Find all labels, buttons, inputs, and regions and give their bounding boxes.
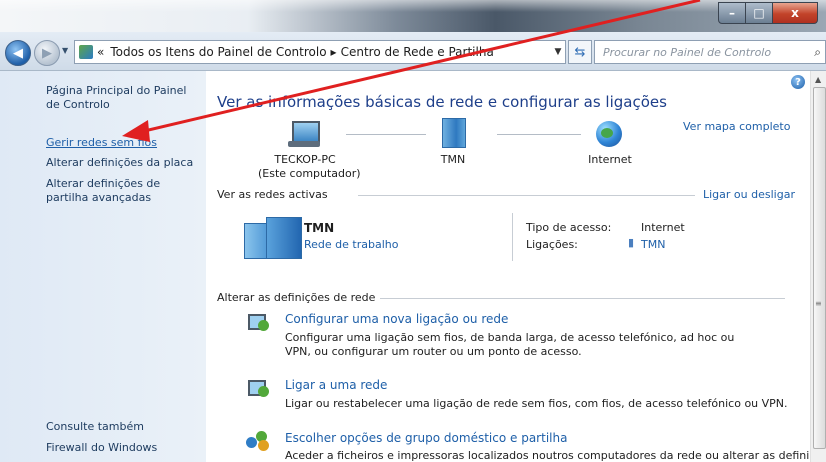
sidebar-home[interactable]: Página Principal do Painel de Controlo [46,84,198,112]
caption-buttons: – □ x [718,2,818,24]
network-icon [442,118,466,148]
title-bar[interactable]: – □ x [0,0,826,32]
address-bar[interactable]: « Todos os Itens do Painel de Controlo ▸… [74,40,566,64]
sidebar-item-manage-wireless[interactable]: Gerir redes sem fios [46,136,157,150]
connection-signal-icon: ▮ [628,236,635,249]
navigation-bar: ◀ ▶ ▼ « Todos os Itens do Painel de Cont… [0,32,826,71]
scrollbar-thumb[interactable] [813,87,826,449]
task-connect-link[interactable]: Ligar a uma rede [285,378,387,392]
plug [258,386,269,397]
connect-disconnect-link[interactable]: Ligar ou desligar [703,188,795,201]
connect-network-icon [246,378,270,398]
internet-globe-icon [596,121,622,147]
plug [258,320,269,331]
homegroup-dot [258,440,269,451]
new-connection-icon [246,312,270,332]
refresh-icon: ⇆ [574,44,586,60]
task-homegroup-desc: Aceder a ficheiros e impressoras localiz… [285,449,826,462]
homegroup-dot [246,437,257,448]
computer-screen [292,121,320,143]
computer-icon [288,121,320,149]
forward-button[interactable]: ▶ [34,40,60,66]
map-node-computer-sub: (Este computador) [258,167,361,180]
address-dropdown-icon[interactable]: ▼ [551,47,565,57]
vertical-scrollbar[interactable]: ▲ ≡ [810,71,826,462]
section-divider [358,195,695,196]
back-arrow-icon: ◀ [13,45,23,61]
access-type-value: Internet [641,221,685,234]
map-node-internet: Internet [588,153,632,166]
maximize-button[interactable]: □ [746,2,773,24]
scroll-grip-icon: ≡ [815,299,822,308]
search-icon[interactable]: ⌕ [814,45,821,60]
task-new-connection-link[interactable]: Configurar uma nova ligação ou rede [285,312,508,326]
breadcrumb-network-center[interactable]: Centro de Rede e Partilha [341,45,494,59]
close-button[interactable]: x [773,2,818,24]
search-input[interactable] [601,44,805,60]
recent-pages-dropdown-icon[interactable]: ▼ [62,46,68,55]
breadcrumb-all-items[interactable]: Todos os Itens do Painel de Controlo [110,45,326,59]
control-panel-icon [79,45,93,59]
map-node-computer: TECKOP-PC [274,153,336,166]
vertical-divider [512,213,513,261]
map-node-network: TMN [440,153,466,166]
change-settings-heading: Alterar as definições de rede [217,291,376,304]
page-title: Ver as informações básicas de rede e con… [217,93,667,111]
active-networks-heading: Ver as redes activas [217,188,328,201]
map-connector [346,134,426,135]
connections-label: Ligações: [526,238,578,251]
forward-arrow-icon: ▶ [42,45,52,61]
homegroup-icon [246,431,270,451]
search-box[interactable]: ⌕ [594,40,826,64]
section-divider [380,298,785,299]
scroll-up-icon[interactable]: ▲ [815,75,821,84]
building-back [266,217,302,259]
computer-base [288,141,320,147]
window: – □ x ◀ ▶ ▼ « Todos os Itens do Painel d… [0,0,826,462]
access-type-label: Tipo de acesso: [526,221,612,234]
back-button[interactable]: ◀ [5,40,31,66]
sidebar-item-adapter-settings[interactable]: Alterar definições da placa [46,156,193,170]
network-name: TMN [304,221,335,235]
connection-tmn-link[interactable]: TMN [641,238,665,251]
task-new-connection-desc: Configurar uma ligação sem fios, de band… [285,331,735,358]
full-map-link[interactable]: Ver mapa completo [683,120,790,133]
sidebar: Página Principal do Painel de Controlo G… [0,71,206,462]
task-homegroup-link[interactable]: Escolher opções de grupo doméstico e par… [285,431,567,445]
refresh-button[interactable]: ⇆ [568,40,592,64]
network-type-link[interactable]: Rede de trabalho [304,238,398,251]
breadcrumb-separator[interactable]: ▸ [331,45,337,59]
help-icon[interactable]: ? [791,75,805,89]
minimize-button[interactable]: – [718,2,746,24]
breadcrumb-prefix[interactable]: « [97,45,104,59]
sidebar-item-sharing-settings[interactable]: Alterar definições de partilha avançadas [46,177,200,205]
active-network-icon [244,217,302,259]
map-connector [497,134,581,135]
see-also-heading: Consulte também [46,420,144,433]
sidebar-item-firewall[interactable]: Firewall do Windows [46,441,157,455]
task-connect-desc: Ligar ou restabelecer uma ligação de red… [285,397,788,410]
title-bar-glow [0,0,826,12]
